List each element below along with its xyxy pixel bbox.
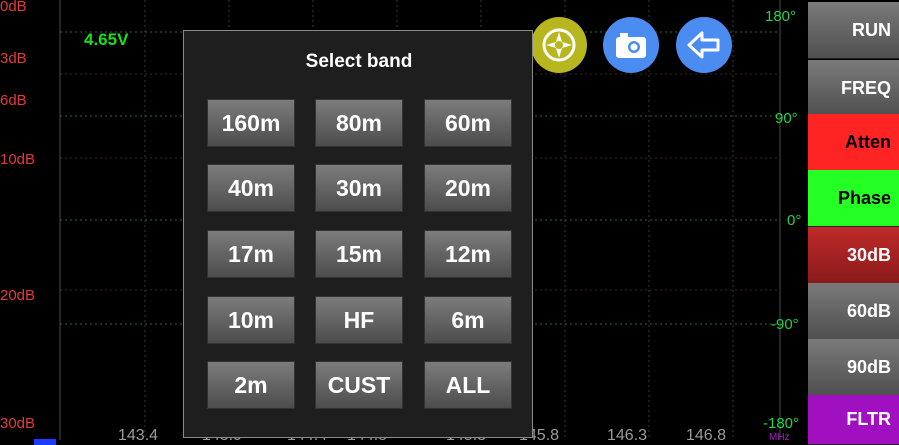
band-30m-button[interactable]: 30m: [315, 164, 403, 212]
band-40m-button[interactable]: 40m: [207, 164, 295, 212]
x-label: 146.8: [686, 427, 727, 444]
phase-label-90: 90°: [775, 110, 798, 127]
marker-bar: [34, 439, 56, 445]
run-button[interactable]: RUN: [808, 2, 899, 59]
y-label-10db: 10dB: [0, 151, 36, 168]
fltr-button[interactable]: FLTR: [808, 395, 899, 445]
back-button[interactable]: [676, 17, 732, 73]
band-17m-button[interactable]: 17m: [207, 230, 295, 278]
band-10m-button[interactable]: 10m: [207, 296, 295, 344]
camera-icon: [616, 33, 646, 58]
voltage-readout: 4.65V: [84, 30, 129, 49]
x-unit-label: MHz: [769, 432, 790, 443]
band-all-button[interactable]: ALL: [424, 361, 512, 409]
freq-button[interactable]: FREQ: [808, 60, 899, 117]
band-2m-button[interactable]: 2m: [207, 361, 295, 409]
60db-button[interactable]: 60dB: [808, 283, 899, 340]
band-cust-button[interactable]: CUST: [315, 361, 403, 409]
y-label-3db: 3dB: [0, 50, 27, 67]
band-160m-button[interactable]: 160m: [207, 99, 295, 147]
target-button[interactable]: [531, 17, 587, 73]
phase-label-0: 0°: [787, 212, 802, 229]
select-band-dialog: Select band 160m 80m 60m 40m 30m 20m 17m…: [183, 30, 533, 438]
y-label-20db: 20dB: [0, 287, 36, 304]
y-label-30db: 30dB: [0, 415, 36, 432]
band-hf-button[interactable]: HF: [315, 296, 403, 344]
90db-button[interactable]: 90dB: [808, 339, 899, 396]
x-label: 143.4: [118, 427, 159, 444]
y-label-0db: 0dB: [0, 0, 27, 15]
band-60m-button[interactable]: 60m: [424, 99, 512, 147]
phase-label-neg180: -180°: [763, 415, 800, 432]
band-15m-button[interactable]: 15m: [315, 230, 403, 278]
atten-button[interactable]: Atten: [808, 114, 899, 171]
30db-button[interactable]: 30dB: [808, 227, 899, 284]
back-arrow-icon: [687, 31, 720, 59]
phase-button[interactable]: Phase: [808, 170, 899, 227]
band-12m-button[interactable]: 12m: [424, 230, 512, 278]
band-80m-button[interactable]: 80m: [315, 99, 403, 147]
target-icon: [542, 28, 576, 62]
band-6m-button[interactable]: 6m: [424, 296, 512, 344]
phase-label-neg90: -90°: [771, 316, 799, 333]
band-20m-button[interactable]: 20m: [424, 164, 512, 212]
dialog-title: Select band: [305, 51, 413, 72]
camera-button[interactable]: [603, 17, 659, 73]
phase-label-180: 180°: [765, 8, 797, 25]
y-label-6db: 6dB: [0, 92, 27, 109]
x-label: 146.3: [607, 427, 648, 444]
